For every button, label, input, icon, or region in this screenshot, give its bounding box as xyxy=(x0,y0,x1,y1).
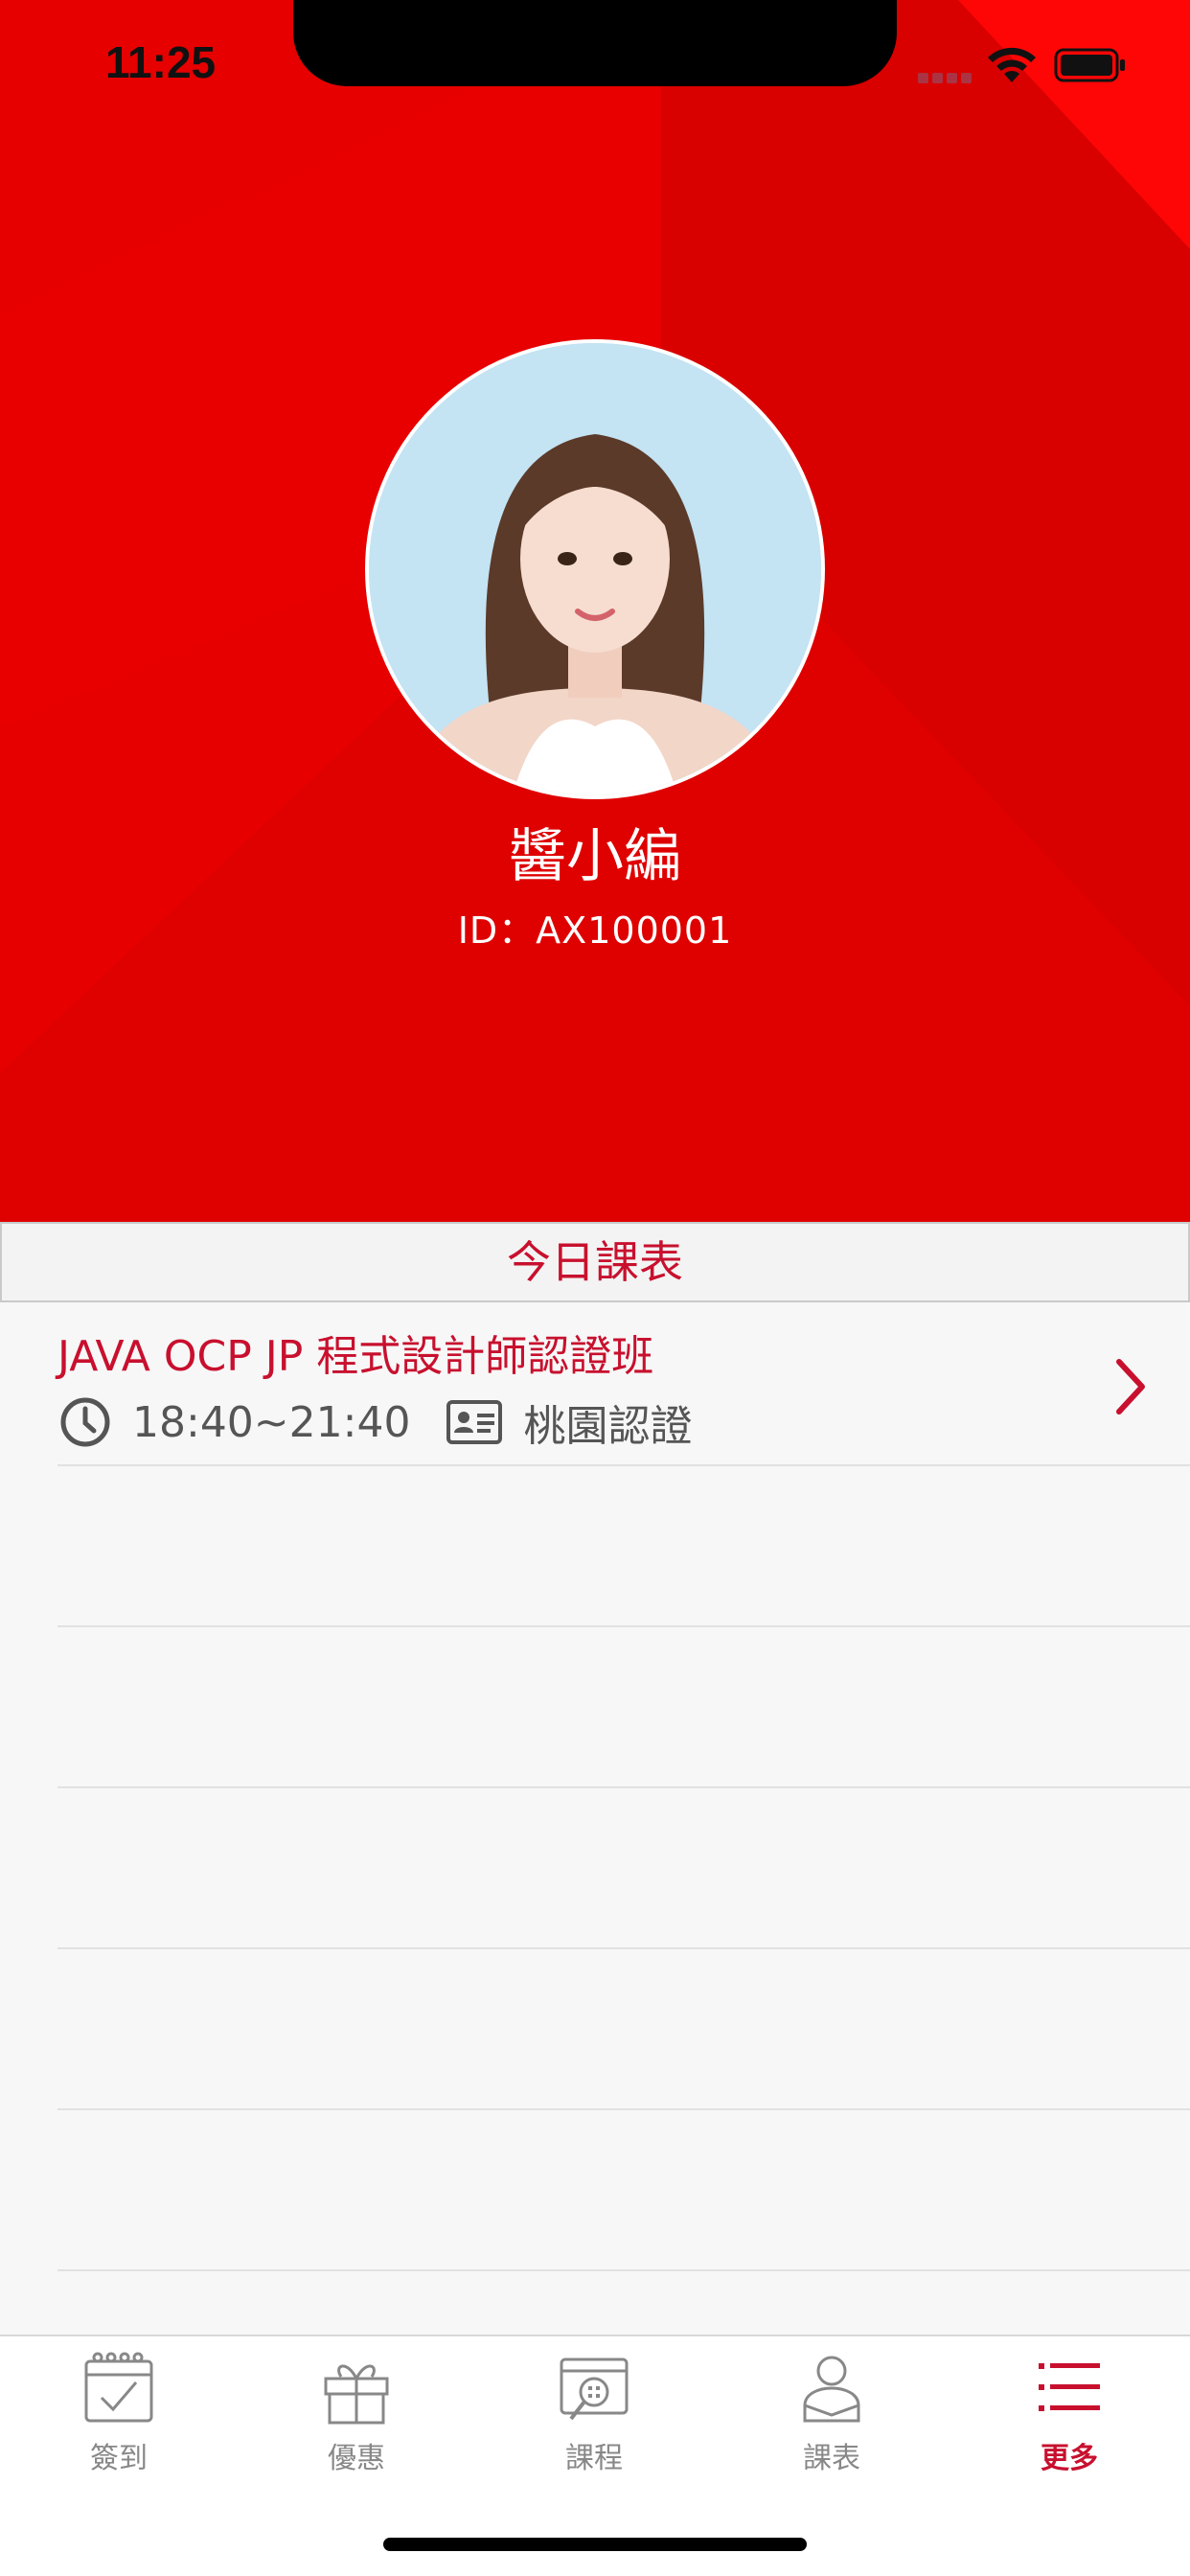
tab-courses[interactable]: 課程 xyxy=(475,2350,713,2494)
tab-more[interactable]: 更多 xyxy=(950,2350,1188,2494)
tab-offers[interactable]: 優惠 xyxy=(238,2350,475,2494)
list-item[interactable]: JAVA OCP JP 程式設計師認證班 18:40~21:40 桃園認證 xyxy=(0,1302,1190,1465)
list-separator xyxy=(57,1464,1190,1466)
status-time: 11:25 xyxy=(105,37,217,87)
course-title: JAVA OCP JP 程式設計師認證班 xyxy=(57,1332,654,1381)
tab-label: 簽到 xyxy=(90,2442,148,2475)
course-meta: 18:40~21:40 桃園認證 xyxy=(59,1393,692,1451)
list-separator xyxy=(57,1947,1190,1949)
menu-list-icon xyxy=(1039,2363,1100,2411)
battery-icon xyxy=(1054,48,1125,82)
list-separator xyxy=(57,1625,1190,1627)
tab-checkin[interactable]: 簽到 xyxy=(0,2350,238,2494)
cellular-signal-icon xyxy=(918,73,972,83)
list-separator xyxy=(57,2108,1190,2110)
device-notch xyxy=(293,0,897,86)
calendar-check-icon xyxy=(84,2352,153,2423)
profile-name: 醬小編 xyxy=(509,823,681,890)
status-bar: 11:25 xyxy=(0,0,1190,125)
course-time: 18:40~21:40 xyxy=(132,1397,411,1447)
avatar-photo xyxy=(369,343,821,795)
avatar[interactable] xyxy=(365,339,825,799)
clock-icon xyxy=(60,1397,110,1447)
tab-label: 優惠 xyxy=(328,2442,385,2475)
schedule-header: 今日課表 xyxy=(0,1222,1190,1302)
tab-label: 課表 xyxy=(803,2442,860,2475)
tab-schedule[interactable]: 課表 xyxy=(713,2350,950,2494)
tab-label: 更多 xyxy=(1041,2442,1098,2475)
id-card-icon xyxy=(446,1400,503,1444)
home-indicator[interactable] xyxy=(383,2538,807,2551)
course-location: 桃園認證 xyxy=(523,1402,693,1451)
wifi-icon xyxy=(988,47,1036,82)
calendar-search-icon xyxy=(560,2358,629,2421)
person-icon xyxy=(803,2356,860,2423)
tab-label: 課程 xyxy=(565,2442,623,2475)
list-separator xyxy=(57,2269,1190,2271)
list-separator xyxy=(57,1786,1190,1788)
profile-header: 11:25 醬小編 ID：AX100001 xyxy=(0,0,1190,1222)
gift-icon xyxy=(324,2364,389,2425)
profile-id: ID：AX100001 xyxy=(457,909,733,952)
chevron-right-icon[interactable] xyxy=(1113,1358,1148,1415)
